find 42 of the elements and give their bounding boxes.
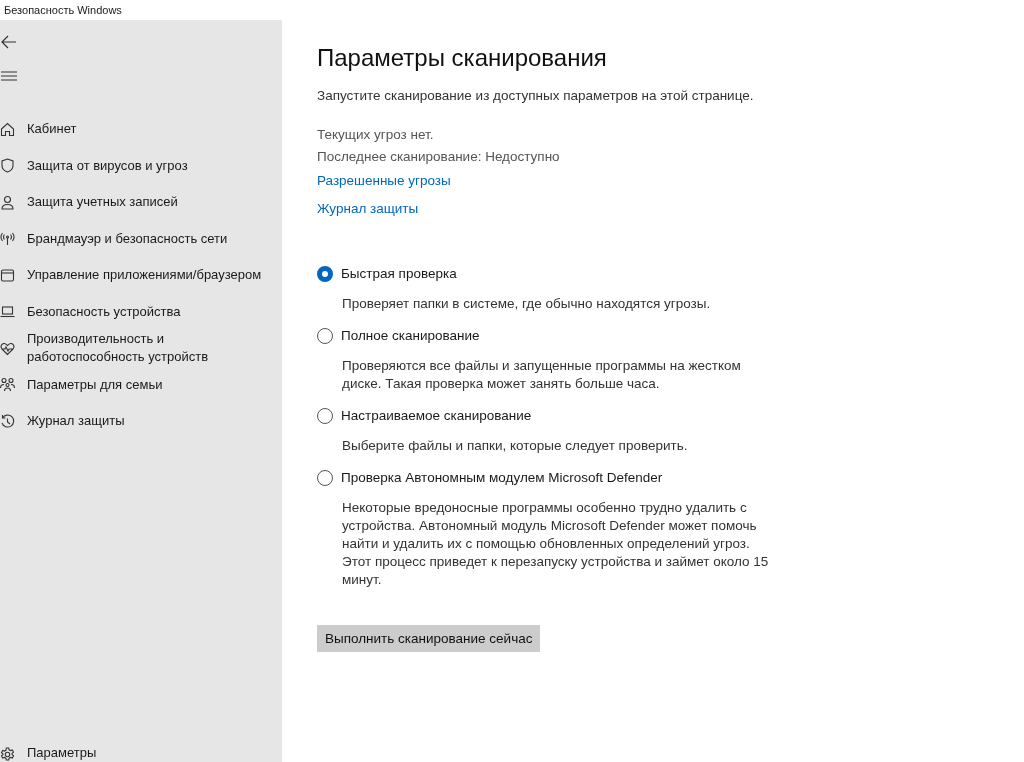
radio-button[interactable] [317,470,333,486]
option-description: Некоторые вредоносные программы особенно трудно удалить с устройства. Автономный модуль Microsoft Defender может помочь найти и удалить их с помощью обновленных определений угроз. Этот процесс приведет к перезапуску устройства и займет около 15 минут. [342,499,770,589]
settings-icon[interactable] [0,747,15,762]
window-icon[interactable] [0,267,15,283]
shield-icon[interactable] [0,158,15,174]
heart-icon[interactable] [0,340,15,356]
status-text: Последнее сканирование: Недоступно [317,149,561,165]
sidebar-item[interactable]: Кабинет [27,120,267,139]
person-icon[interactable] [0,194,15,210]
scan-now-button[interactable]: Выполнить сканирование сейчас [317,625,541,652]
sidebar-item[interactable]: Параметры [27,744,267,762]
option-label[interactable]: Проверка Автономным модулем Microsoft Defender [341,469,663,487]
sidebar-item[interactable]: Брандмауэр и безопасность сети [27,229,267,248]
link[interactable]: Журнал защиты [317,201,419,217]
menu-icon[interactable] [1,71,17,81]
option-label[interactable]: Полное сканирование [341,327,480,345]
option-description: Выберите файлы и папки, которые следует проверить. [342,437,689,455]
status-text: Текущих угроз нет. [317,127,435,143]
option-description: Проверяет папки в системе, где обычно находятся угрозы. [342,295,712,313]
people-icon[interactable] [0,377,15,393]
sidebar-item[interactable]: Управление приложениями/браузером [27,266,267,285]
sidebar-item[interactable]: Производительность и работоспособность устройств [27,330,267,367]
sidebar-item[interactable]: Параметры для семьи [27,375,267,394]
radio-button[interactable] [317,266,333,282]
window-title: Безопасность Windows [4,4,122,16]
antenna-icon[interactable] [0,231,15,247]
sidebar-item[interactable]: Защита учетных записей [27,193,267,212]
link[interactable]: Разрешенные угрозы [317,173,451,189]
sidebar-item[interactable]: Журнал защиты [27,412,267,431]
option-label[interactable]: Настраиваемое сканирование [341,407,532,425]
history-icon[interactable] [0,413,15,429]
option-label[interactable]: Быстрая проверка [341,265,457,283]
option-description: Проверяются все файлы и запущенные программы на жестком диске. Такая проверка может занять больше часа. [342,357,742,393]
page-title: Параметры сканирования [317,44,608,72]
radio-button[interactable] [317,328,333,344]
sidebar-item[interactable]: Защита от вирусов и угроз [27,156,267,175]
laptop-icon[interactable] [0,304,15,320]
home-icon[interactable] [0,121,15,137]
back-icon[interactable] [1,35,17,49]
sidebar-item[interactable]: Безопасность устройства [27,302,267,321]
page-description: Запустите сканирование из доступных параметров на этой странице. [317,88,755,103]
radio-button[interactable] [317,408,333,424]
